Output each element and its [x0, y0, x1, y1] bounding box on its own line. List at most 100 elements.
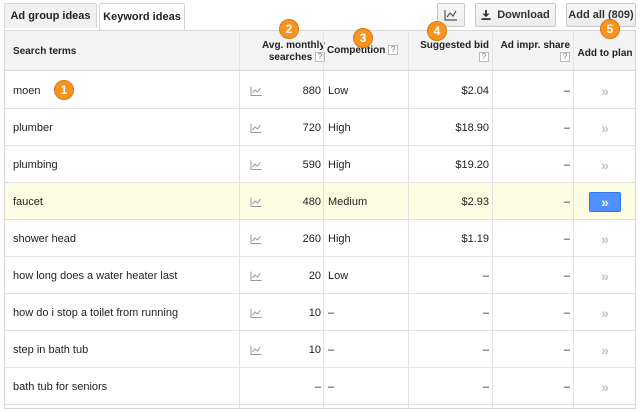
add-to-plan-button[interactable]: » — [601, 120, 609, 136]
header-suggested-bid[interactable]: Suggested bid ? — [405, 40, 489, 64]
header-ad-impr-share-label: Ad impr. share — [500, 40, 570, 51]
table-row: plumbing 590 High $19.20 – » — [5, 146, 635, 183]
suggested-bid-value: $2.93 — [461, 195, 489, 208]
avg-monthly-searches: 10 — [308, 343, 321, 356]
keyword-term: faucet — [13, 195, 43, 208]
add-to-plan-button[interactable]: » — [601, 305, 609, 321]
column-divider — [408, 31, 409, 408]
download-button[interactable]: Download — [475, 3, 556, 27]
table-row: moen 880 Low $2.04 – » — [5, 72, 635, 109]
ad-impr-share-value: – — [563, 380, 570, 393]
competition-value: Low — [328, 84, 349, 97]
table-row: how do i stop a toilet from running 10 –… — [5, 294, 635, 331]
ad-impr-share-value: – — [563, 195, 570, 208]
header-suggested-bid-label: Suggested bid — [420, 40, 489, 51]
table-row: step in bath tub 10 – – – » — [5, 331, 635, 368]
ad-impr-share-value: – — [563, 269, 570, 282]
table-header: Search terms Avg. monthly searches ? Com… — [5, 31, 635, 71]
ad-impr-share-value: – — [563, 232, 570, 245]
keyword-term: how do i stop a toilet from running — [13, 306, 179, 319]
annotation-badge-3: 3 — [353, 28, 373, 48]
suggested-bid-value: $18.90 — [455, 121, 489, 134]
ad-impr-share-value: – — [563, 306, 570, 319]
competition-value: Low — [328, 269, 349, 282]
competition-value: High — [328, 121, 351, 134]
add-to-plan-cell: » — [575, 109, 635, 146]
keyword-term: plumbing — [13, 158, 58, 171]
avg-monthly-searches: – — [314, 380, 321, 393]
add-to-plan-cell: » — [575, 220, 635, 257]
add-to-plan-cell: » — [575, 183, 635, 220]
help-icon[interactable]: ? — [388, 45, 399, 56]
keyword-term: step in bath tub — [13, 343, 89, 356]
download-label: Download — [497, 9, 550, 21]
add-to-plan-button[interactable]: » — [601, 342, 609, 358]
add-to-plan-button[interactable]: » — [601, 157, 609, 173]
trend-icon[interactable] — [245, 183, 267, 220]
keyword-term: bath tub for seniors — [13, 380, 108, 393]
tab-ad-group-ideas[interactable]: Ad group ideas — [4, 3, 97, 28]
avg-monthly-searches: 10 — [308, 306, 321, 319]
table-row: plumber 720 High $18.90 – » — [5, 109, 635, 146]
header-avg-monthly-searches[interactable]: Avg. monthly searches ? — [245, 40, 325, 64]
add-to-plan-button[interactable]: » — [601, 231, 609, 247]
suggested-bid-value: – — [482, 306, 489, 319]
trend-icon[interactable] — [245, 331, 267, 368]
avg-monthly-searches: 590 — [302, 158, 321, 171]
header-add-to-plan: Add to plan — [577, 48, 633, 59]
competition-value: High — [328, 232, 351, 245]
help-icon[interactable]: ? — [479, 52, 489, 63]
chevron-double-right-icon: » — [601, 193, 609, 210]
header-avg-monthly-line1: Avg. monthly — [262, 40, 325, 51]
avg-monthly-searches: 260 — [302, 232, 321, 245]
competition-value: Medium — [328, 195, 368, 208]
competition-value: – — [328, 343, 335, 356]
annotation-badge-5: 5 — [600, 19, 620, 39]
keyword-term: how long does a water heater last — [13, 269, 178, 282]
add-to-plan-button[interactable]: » — [589, 191, 621, 212]
keyword-term: plumber — [13, 121, 53, 134]
trend-icon[interactable] — [245, 294, 267, 331]
header-search-terms[interactable]: Search terms — [13, 46, 76, 57]
suggested-bid-value: $2.04 — [461, 84, 489, 97]
table-row: how long does a water heater last 20 Low… — [5, 257, 635, 294]
trend-icon[interactable] — [245, 72, 267, 109]
table-row: faucet 480 Medium $2.93 – » — [5, 183, 635, 220]
annotation-badge-1: 1 — [54, 80, 74, 100]
table-row: bath tub for seniors – – – – » — [5, 368, 635, 405]
annotation-badge-2: 2 — [279, 19, 299, 39]
column-divider — [492, 31, 493, 408]
competition-value: – — [328, 306, 335, 319]
line-chart-icon — [444, 10, 457, 21]
help-icon[interactable]: ? — [560, 52, 570, 63]
suggested-bid-value: – — [482, 343, 489, 356]
add-to-plan-cell: » — [575, 294, 635, 331]
suggested-bid-value: $19.20 — [455, 158, 489, 171]
add-to-plan-button[interactable]: » — [601, 83, 609, 99]
ad-impr-share-value: – — [563, 84, 570, 97]
trend-icon[interactable] — [245, 257, 267, 294]
add-to-plan-button[interactable]: » — [601, 268, 609, 284]
header-competition-label: Competition — [327, 45, 386, 56]
trend-icon[interactable] — [245, 220, 267, 257]
avg-monthly-searches: 880 — [302, 84, 321, 97]
avg-monthly-searches: 720 — [302, 121, 321, 134]
add-to-plan-cell: » — [575, 331, 635, 368]
suggested-bid-value: – — [482, 380, 489, 393]
add-to-plan-cell: » — [575, 257, 635, 294]
download-icon — [481, 10, 491, 20]
keyword-ideas-table: Search terms Avg. monthly searches ? Com… — [4, 30, 636, 409]
column-divider — [323, 31, 324, 408]
header-ad-impr-share[interactable]: Ad impr. share ? — [493, 40, 570, 64]
tab-keyword-ideas[interactable]: Keyword ideas — [99, 3, 185, 30]
add-to-plan-cell: » — [575, 72, 635, 109]
add-to-plan-button[interactable]: » — [601, 379, 609, 395]
avg-monthly-searches: 20 — [308, 269, 321, 282]
trend-icon[interactable] — [245, 109, 267, 146]
trend-icon[interactable] — [245, 146, 267, 183]
header-avg-monthly-line2: searches — [268, 52, 313, 63]
annotation-badge-4: 4 — [427, 21, 447, 41]
ad-impr-share-value: – — [563, 158, 570, 171]
add-to-plan-cell: » — [575, 368, 635, 405]
avg-monthly-searches: 480 — [302, 195, 321, 208]
